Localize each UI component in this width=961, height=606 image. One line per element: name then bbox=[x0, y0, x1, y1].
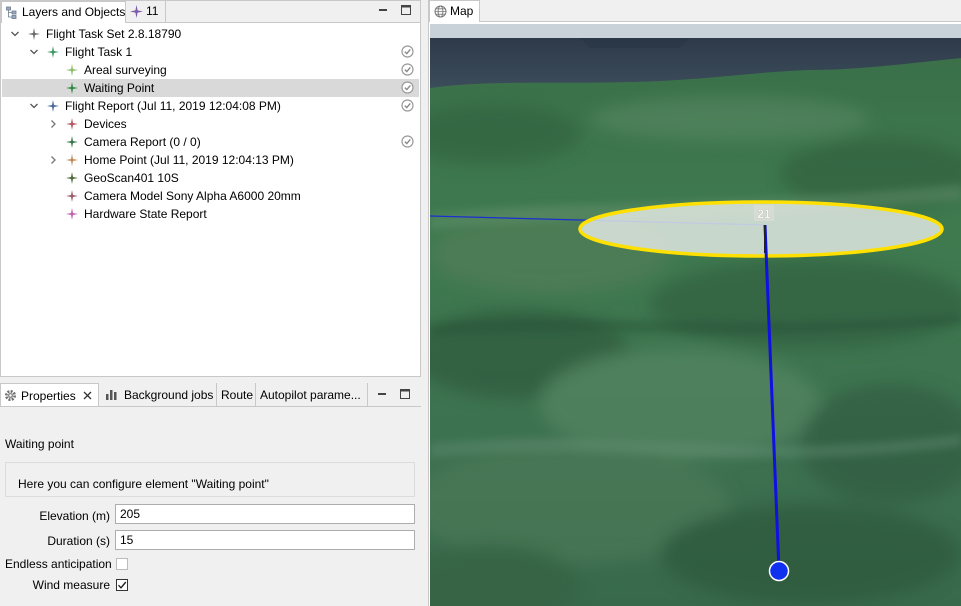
tab-route[interactable]: Route bbox=[217, 383, 256, 406]
chevron-down-icon[interactable] bbox=[29, 43, 39, 61]
checkmark-icon bbox=[117, 581, 127, 589]
waypoint-icon bbox=[66, 154, 78, 166]
waypoint-icon bbox=[66, 136, 78, 148]
waypoint-ground-marker[interactable] bbox=[768, 560, 790, 582]
duration-label: Duration (s) bbox=[47, 534, 110, 548]
tree-item-label: Areal surveying bbox=[84, 63, 167, 77]
chevron-down-icon[interactable] bbox=[29, 97, 39, 115]
visibility-check-icon[interactable] bbox=[401, 135, 414, 148]
bar-chart-icon bbox=[106, 390, 117, 400]
chevron-right-icon[interactable] bbox=[48, 151, 58, 169]
tree-item[interactable]: Devices bbox=[2, 115, 419, 133]
elevation-input[interactable]: 205 bbox=[115, 504, 415, 524]
chevron-down-icon[interactable] bbox=[10, 25, 20, 43]
tab-label: Route bbox=[221, 388, 254, 402]
waypoint-icon bbox=[66, 64, 78, 76]
wind-measure-label: Wind measure bbox=[32, 578, 110, 592]
tab-11[interactable]: 11 bbox=[126, 1, 166, 22]
layers-icon bbox=[6, 6, 17, 19]
tree-item[interactable]: Flight Task Set 2.8.18790 bbox=[2, 25, 419, 43]
map-canvas[interactable]: 21 bbox=[430, 24, 961, 606]
waypoint-icon bbox=[66, 82, 78, 94]
tree-item-label: Hardware State Report bbox=[84, 207, 207, 221]
map-tabbar: Map bbox=[429, 0, 961, 22]
minimize-icon[interactable] bbox=[376, 3, 390, 17]
endless-anticipation-label: Endless anticipation bbox=[5, 557, 112, 571]
close-icon[interactable] bbox=[83, 391, 92, 400]
tree-item[interactable]: Flight Task 1 bbox=[2, 43, 419, 61]
tree-item[interactable]: Home Point (Jul 11, 2019 12:04:13 PM) bbox=[2, 151, 419, 169]
properties-tabbar: Properties Background jobs Route Autopil… bbox=[0, 383, 421, 407]
globe-icon bbox=[434, 5, 447, 18]
waypoint-icon bbox=[28, 28, 40, 40]
waypoint-icon bbox=[47, 46, 59, 58]
description-box: Here you can configure element "Waiting … bbox=[5, 462, 415, 497]
minimize-icon[interactable] bbox=[375, 387, 389, 401]
duration-input[interactable]: 15 bbox=[115, 530, 415, 550]
elevation-label: Elevation (m) bbox=[39, 509, 110, 523]
tree-item[interactable]: GeoScan401 10S bbox=[2, 169, 419, 187]
tree-item[interactable]: Flight Report (Jul 11, 2019 12:04:08 PM) bbox=[2, 97, 419, 115]
tab-label: Background jobs bbox=[124, 388, 214, 402]
tree-item[interactable]: Camera Model Sony Alpha A6000 20mm bbox=[2, 187, 419, 205]
description-text: Here you can configure element "Waiting … bbox=[18, 477, 269, 491]
chevron-right-icon[interactable] bbox=[48, 115, 58, 133]
tab-background-jobs[interactable]: Background jobs bbox=[99, 383, 217, 406]
layers-tabbar: Layers and Objects 11 bbox=[1, 1, 420, 23]
tree-item[interactable]: Hardware State Report bbox=[2, 205, 419, 223]
waypoint-icon bbox=[47, 100, 59, 112]
wind-measure-checkbox[interactable] bbox=[116, 579, 128, 591]
maximize-icon[interactable] bbox=[399, 3, 413, 17]
tree-item[interactable]: Areal surveying bbox=[2, 61, 419, 79]
tab-label: Map bbox=[450, 4, 474, 18]
map-view[interactable]: 21 bbox=[430, 24, 961, 606]
tab-autopilot-parameters[interactable]: Autopilot parame... bbox=[256, 383, 368, 406]
visibility-check-icon[interactable] bbox=[401, 81, 414, 94]
endless-anticipation-checkbox[interactable] bbox=[116, 558, 128, 570]
tab-label: Layers and Objects bbox=[22, 5, 126, 19]
tab-properties[interactable]: Properties bbox=[0, 383, 99, 406]
gear-icon bbox=[5, 390, 16, 401]
tree-item-label: Camera Report (0 / 0) bbox=[84, 135, 201, 149]
layers-panel: Layers and Objects 11 Flight Task Set 2.… bbox=[0, 0, 421, 377]
waypoint-icon bbox=[66, 190, 78, 202]
tree-item-label: Flight Report (Jul 11, 2019 12:04:08 PM) bbox=[65, 99, 281, 113]
visibility-check-icon[interactable] bbox=[401, 63, 414, 76]
section-title: Waiting point bbox=[5, 437, 74, 451]
tree-item[interactable]: Waiting Point bbox=[2, 79, 419, 97]
tab-label: Autopilot parame... bbox=[260, 388, 361, 402]
maximize-icon[interactable] bbox=[398, 387, 412, 401]
visibility-check-icon[interactable] bbox=[401, 99, 414, 112]
tab-label: 11 bbox=[146, 4, 159, 18]
tab-label: Properties bbox=[21, 389, 76, 403]
waypoint-icon bbox=[66, 172, 78, 184]
waypoint-icon bbox=[66, 208, 78, 220]
properties-panel: Properties Background jobs Route Autopil… bbox=[0, 383, 421, 606]
waypoint-icon bbox=[66, 118, 78, 130]
panel-splitter[interactable] bbox=[421, 0, 428, 606]
waypoint-number: 21 bbox=[757, 207, 771, 221]
tree-item-label: GeoScan401 10S bbox=[84, 171, 179, 185]
tree-item[interactable]: Camera Report (0 / 0) bbox=[2, 133, 419, 151]
tree-item-label: Home Point (Jul 11, 2019 12:04:13 PM) bbox=[84, 153, 294, 167]
tab-map[interactable]: Map bbox=[429, 0, 480, 22]
tree-item-label: Flight Task Set 2.8.18790 bbox=[46, 27, 182, 41]
tree-item-label: Waiting Point bbox=[84, 81, 155, 95]
visibility-check-icon[interactable] bbox=[401, 45, 414, 58]
tree-item-label: Devices bbox=[84, 117, 127, 131]
waypoint-icon bbox=[130, 5, 143, 18]
map-panel: Map 21 bbox=[428, 0, 961, 606]
tree-item-label: Flight Task 1 bbox=[65, 45, 133, 59]
tree-item-label: Camera Model Sony Alpha A6000 20mm bbox=[84, 189, 301, 203]
tab-layers-and-objects[interactable]: Layers and Objects bbox=[1, 1, 126, 23]
